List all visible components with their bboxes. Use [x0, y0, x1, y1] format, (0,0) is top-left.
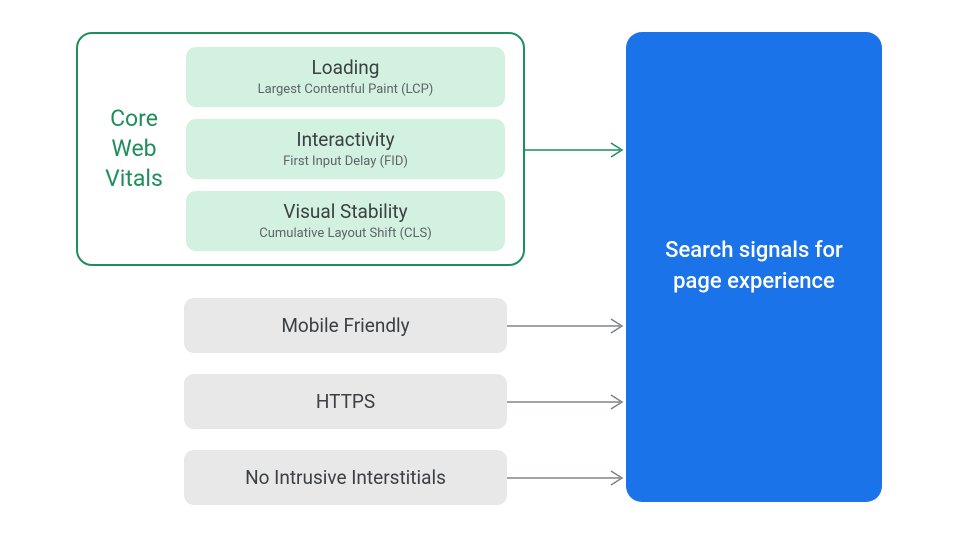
cwv-label: Core Web Vitals [90, 104, 178, 194]
signal-mobile-friendly: Mobile Friendly [184, 298, 507, 353]
metric-subtitle: Cumulative Layout Shift (CLS) [202, 226, 489, 241]
metric-interactivity: Interactivity First Input Delay (FID) [186, 119, 505, 179]
cwv-metrics-list: Loading Largest Contentful Paint (LCP) I… [186, 47, 505, 250]
metric-title: Interactivity [202, 129, 489, 152]
metric-title: Loading [202, 57, 489, 80]
signal-https: HTTPS [184, 374, 507, 429]
arrow-cwv [525, 140, 630, 160]
signal-no-interstitials: No Intrusive Interstitials [184, 450, 507, 505]
arrow-https [507, 392, 630, 412]
target-label: Search signals for page experience [646, 236, 862, 298]
search-signals-target: Search signals for page experience [626, 32, 882, 502]
metric-subtitle: Largest Contentful Paint (LCP) [202, 82, 489, 97]
arrow-interstitials [507, 468, 630, 488]
diagram-canvas: Core Web Vitals Loading Largest Contentf… [0, 0, 960, 540]
arrow-mobile [507, 316, 630, 336]
core-web-vitals-group: Core Web Vitals Loading Largest Contentf… [76, 32, 525, 266]
metric-subtitle: First Input Delay (FID) [202, 154, 489, 169]
metric-loading: Loading Largest Contentful Paint (LCP) [186, 47, 505, 107]
metric-title: Visual Stability [202, 201, 489, 224]
metric-visual-stability: Visual Stability Cumulative Layout Shift… [186, 191, 505, 251]
